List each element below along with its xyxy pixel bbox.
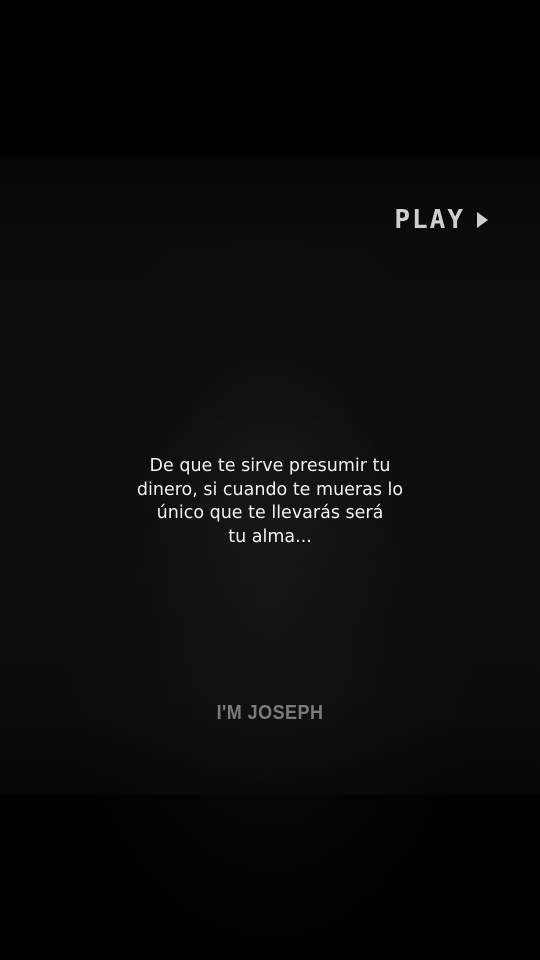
quote-text: De que te sirve presumir tu dinero, si c… (100, 455, 440, 549)
quote-line: De que te sirve presumir tu (149, 456, 391, 476)
author-signature: I'M JOSEPH (216, 702, 324, 724)
quote-line: dinero, si cuando te mueras lo (136, 479, 404, 500)
quote-line: tu alma... (228, 526, 312, 547)
play-label: PLAY (394, 205, 465, 235)
video-screen: PLAY De que te sirve presumir tu dinero,… (0, 0, 540, 960)
play-triangle-icon (477, 212, 488, 228)
play-indicator: PLAY (394, 205, 488, 235)
quote-line: único que te llevarás será (156, 503, 384, 523)
